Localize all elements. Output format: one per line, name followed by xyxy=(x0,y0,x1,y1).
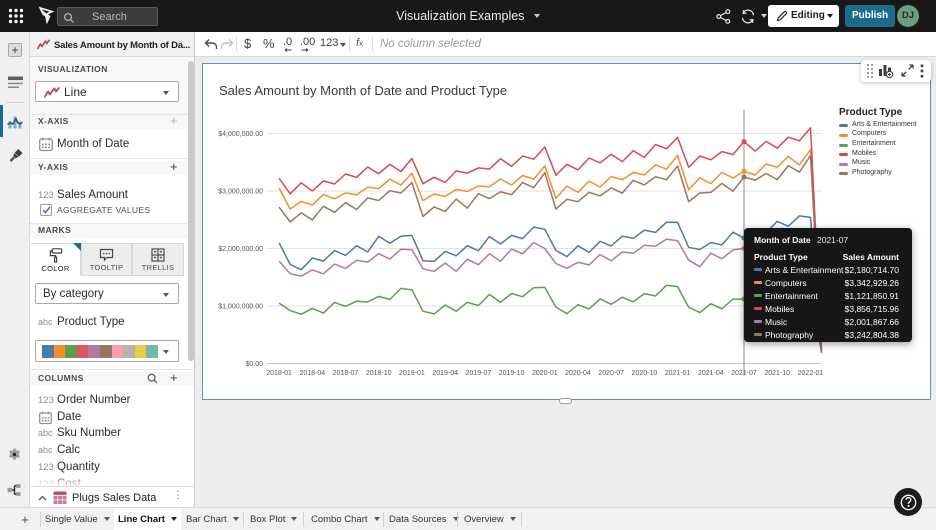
svg-text:2021-04: 2021-04 xyxy=(698,370,724,377)
svg-text:2020-01: 2020-01 xyxy=(532,370,558,377)
svg-text:$1,000,000.00: $1,000,000.00 xyxy=(218,304,263,311)
svg-text:2018-10: 2018-10 xyxy=(366,370,392,377)
svg-text:$2,000,000.00: $2,000,000.00 xyxy=(218,246,263,253)
svg-text:$4,000,000.00: $4,000,000.00 xyxy=(218,131,263,138)
svg-text:2019-10: 2019-10 xyxy=(499,370,525,377)
svg-text:2020-10: 2020-10 xyxy=(632,370,658,377)
svg-text:2018-04: 2018-04 xyxy=(299,370,325,377)
svg-text:2020-07: 2020-07 xyxy=(598,370,624,377)
svg-text:2019-01: 2019-01 xyxy=(399,370,425,377)
svg-text:2021-01: 2021-01 xyxy=(665,370,691,377)
svg-text:2019-07: 2019-07 xyxy=(466,370,492,377)
svg-text:$0.00: $0.00 xyxy=(245,361,263,368)
svg-text:2022-01: 2022-01 xyxy=(798,370,824,377)
svg-text:2019-04: 2019-04 xyxy=(432,370,458,377)
svg-text:2018-07: 2018-07 xyxy=(333,370,359,377)
svg-text:2018-01: 2018-01 xyxy=(266,370,292,377)
svg-text:2020-04: 2020-04 xyxy=(565,370,591,377)
svg-text:$3,000,000.00: $3,000,000.00 xyxy=(218,189,263,196)
svg-text:2021-10: 2021-10 xyxy=(764,370,790,377)
